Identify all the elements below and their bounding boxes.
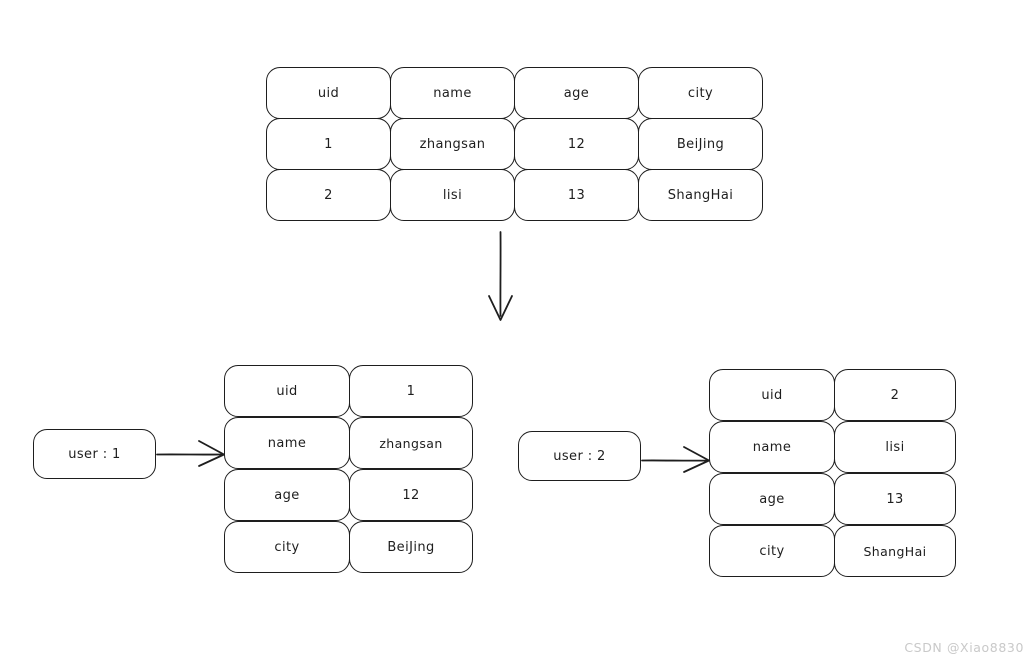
source-table-header-cell: uid — [266, 67, 391, 119]
hash-field-name: city — [709, 525, 835, 577]
flow-arrow-down-icon — [488, 231, 513, 321]
table-row-cell: BeiJing — [638, 118, 763, 170]
table-row-cell: ShangHai — [638, 169, 763, 221]
hash-field-name: age — [224, 469, 350, 521]
hash-field-value: lisi — [834, 421, 956, 473]
hash-field-value: ShangHai — [834, 525, 956, 577]
watermark-label: CSDN @Xiao8830 — [904, 640, 1024, 655]
diagram-canvas: uid name age city 1 zhangsan 12 BeiJing … — [0, 0, 1036, 665]
hash-field-name: uid — [709, 369, 835, 421]
hash-field-value: 12 — [349, 469, 473, 521]
hash-field-value: zhangsan — [349, 417, 473, 469]
hash-field-value: 13 — [834, 473, 956, 525]
hash-key-node-user-2[interactable]: user : 2 — [518, 431, 641, 481]
hash-field-value: 2 — [834, 369, 956, 421]
source-table-header-cell: name — [390, 67, 515, 119]
hash-field-name: age — [709, 473, 835, 525]
arrow-user-2-to-table-icon — [641, 446, 710, 473]
hash-field-name: name — [709, 421, 835, 473]
table-row-cell: lisi — [390, 169, 515, 221]
hash-field-name: name — [224, 417, 350, 469]
hash-field-value: BeiJing — [349, 521, 473, 573]
table-row-cell: zhangsan — [390, 118, 515, 170]
hash-field-name: city — [224, 521, 350, 573]
hash-field-value: 1 — [349, 365, 473, 417]
hash-field-name: uid — [224, 365, 350, 417]
arrow-user-1-to-table-icon — [156, 440, 225, 467]
source-table-header-cell: city — [638, 67, 763, 119]
hash-key-node-user-1[interactable]: user : 1 — [33, 429, 156, 479]
table-row-cell: 2 — [266, 169, 391, 221]
source-table-header-cell: age — [514, 67, 639, 119]
table-row-cell: 1 — [266, 118, 391, 170]
table-row-cell: 12 — [514, 118, 639, 170]
table-row-cell: 13 — [514, 169, 639, 221]
